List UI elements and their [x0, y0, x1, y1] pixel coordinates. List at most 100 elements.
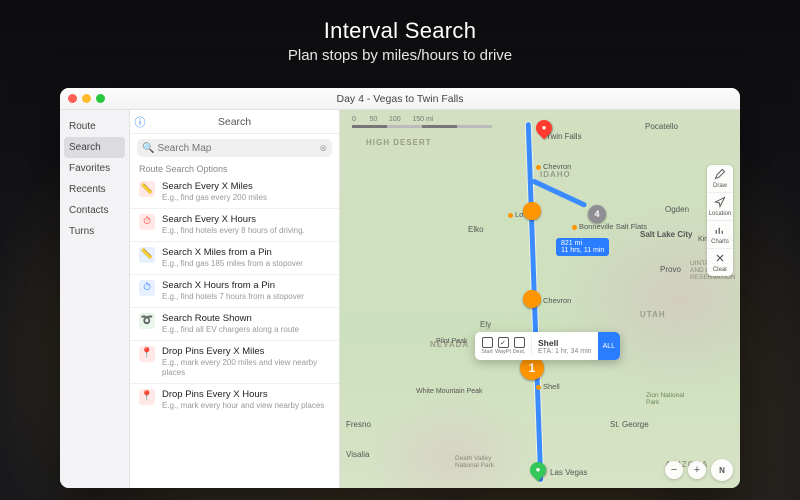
clear-icon[interactable]: ⊗: [319, 143, 327, 154]
poi-chevron-m[interactable]: Chevron: [536, 296, 571, 305]
callout-name: Shell: [538, 338, 592, 348]
opt-sub: E.g., mark every 200 miles and view near…: [162, 358, 330, 377]
nav-turns[interactable]: Turns: [60, 221, 129, 242]
label-highdesert: HIGH DESERT: [366, 138, 432, 147]
label-deathvalley: Death Valley National Park: [455, 455, 494, 469]
poi-shell-s[interactable]: Shell: [536, 382, 560, 391]
stop-callout[interactable]: Start ✓WayPt Dest. Shell ETA: 1 hr, 34 m…: [475, 332, 620, 360]
city-ogden: Ogden: [665, 205, 689, 214]
callout-more[interactable]: ALL: [598, 332, 620, 360]
opt-title: Search Every X Hours: [162, 214, 305, 225]
nav-favorites[interactable]: Favorites: [60, 158, 129, 179]
poi-chevron-n[interactable]: Chevron: [536, 162, 571, 171]
clock-icon: ⏱: [139, 280, 155, 296]
opt-title: Search X Miles from a Pin: [162, 247, 303, 258]
scale-bar: 0 50 100 150 mi: [352, 116, 492, 128]
pin-icon: 📍: [139, 346, 155, 362]
callout-eta: ETA: 1 hr, 34 min: [538, 348, 592, 355]
waypoint-4[interactable]: 4: [588, 205, 606, 223]
search-options-list: 📏 Search Every X Miles E.g., find gas ev…: [130, 176, 339, 415]
panel-header: ⓘ Search: [130, 110, 339, 134]
compass-icon[interactable]: N: [711, 459, 733, 481]
opt-title: Drop Pins Every X Miles: [162, 346, 330, 357]
label-utah: UTAH: [640, 310, 666, 319]
x-icon: [714, 252, 726, 264]
panel-title: Search: [150, 116, 339, 128]
titlebar[interactable]: Day 4 - Vegas to Twin Falls: [60, 88, 740, 110]
search-panel: ⓘ Search 🔍 ⊗ Route Search Options 📏 Sear…: [130, 110, 340, 488]
city-whitemtn: White Mountain Peak: [416, 388, 483, 395]
waypoint-marker[interactable]: [523, 290, 541, 308]
nav-search[interactable]: Search: [64, 137, 125, 158]
callout-waypoint-toggle[interactable]: ✓WayPt: [495, 337, 511, 355]
pin-icon: 📍: [139, 389, 155, 405]
nav-contacts[interactable]: Contacts: [60, 200, 129, 221]
map-tools: Draw Location Charts Clear: [707, 165, 733, 276]
route-time: 11 hrs, 11 min: [561, 247, 604, 254]
window-title: Day 4 - Vegas to Twin Falls: [60, 93, 740, 105]
pin-start[interactable]: ●: [527, 459, 550, 482]
ruler-icon: 📏: [139, 247, 155, 263]
opt-sub: E.g., find hotels 7 hours from a stopove…: [162, 292, 304, 302]
tool-location[interactable]: Location: [707, 192, 733, 220]
opt-search-miles-pin[interactable]: 📏 Search X Miles from a Pin E.g., find g…: [130, 241, 339, 274]
search-field[interactable]: 🔍 ⊗: [137, 139, 332, 157]
route-branch: [531, 178, 587, 208]
nav-route[interactable]: Route: [60, 116, 129, 137]
opt-search-hours[interactable]: ⏱ Search Every X Hours E.g., find hotels…: [130, 208, 339, 241]
zoom-controls: − + N: [665, 459, 733, 481]
label-idaho: IDAHO: [540, 170, 571, 179]
opt-sub: E.g., find hotels every 8 hours of drivi…: [162, 226, 305, 236]
opt-title: Search Route Shown: [162, 313, 299, 324]
opt-sub: E.g., find gas every 200 miles: [162, 193, 267, 203]
opt-title: Drop Pins Every X Hours: [162, 389, 324, 400]
opt-search-hours-pin[interactable]: ⏱ Search X Hours from a Pin E.g., find h…: [130, 274, 339, 307]
opt-drop-miles[interactable]: 📍 Drop Pins Every X Miles E.g., mark eve…: [130, 340, 339, 383]
zoom-in-button[interactable]: +: [688, 461, 706, 479]
search-input[interactable]: [157, 143, 319, 154]
city-visalia: Visalia: [346, 450, 369, 459]
options-group-label: Route Search Options: [130, 161, 339, 176]
nav-recents[interactable]: Recents: [60, 179, 129, 200]
callout-start-toggle[interactable]: Start: [479, 337, 495, 355]
zoom-out-button[interactable]: −: [665, 461, 683, 479]
pin-destination[interactable]: ●: [533, 117, 556, 140]
left-nav: Route Search Favorites Recents Contacts …: [60, 110, 130, 488]
opt-search-miles[interactable]: 📏 Search Every X Miles E.g., find gas ev…: [130, 176, 339, 208]
city-fresno: Fresno: [346, 420, 371, 429]
poi-bonneville[interactable]: Bonneville Salt Flats: [572, 222, 647, 231]
callout-dest-toggle[interactable]: Dest.: [511, 337, 527, 355]
app-window: Day 4 - Vegas to Twin Falls Route Search…: [60, 88, 740, 488]
info-icon[interactable]: ⓘ: [130, 114, 150, 130]
route-icon: ➰: [139, 313, 155, 329]
city-slc: Salt Lake City: [640, 230, 692, 239]
opt-drop-hours[interactable]: 📍 Drop Pins Every X Hours E.g., mark eve…: [130, 383, 339, 416]
opt-sub: E.g., find gas 185 miles from a stopover: [162, 259, 303, 269]
search-icon: 🔍: [142, 143, 154, 154]
map-canvas[interactable]: 0 50 100 150 mi HIGH DESERT IDAHO NEVADA…: [340, 110, 740, 488]
city-stgeorge: St. George: [610, 420, 649, 429]
tool-charts[interactable]: Charts: [707, 220, 733, 248]
city-lasvegas: Las Vegas: [550, 468, 587, 477]
city-ely: Ely: [480, 320, 491, 329]
hero-title: Interval Search: [0, 18, 800, 44]
hero: Interval Search Plan stops by miles/hour…: [0, 18, 800, 64]
opt-search-route[interactable]: ➰ Search Route Shown E.g., find all EV c…: [130, 307, 339, 340]
route-distance: 821 mi: [561, 240, 604, 247]
city-pilotpeak: Pilot Peak: [436, 338, 468, 345]
city-pocatello: Pocatello: [645, 122, 678, 131]
opt-sub: E.g., mark every hour and view nearby pl…: [162, 401, 324, 411]
tool-clear[interactable]: Clear: [707, 248, 733, 276]
waypoint-marker[interactable]: [523, 202, 541, 220]
pencil-icon: [714, 168, 726, 180]
tool-draw[interactable]: Draw: [707, 165, 733, 192]
route-info-bubble[interactable]: 821 mi 11 hrs, 11 min: [556, 238, 609, 256]
promo-background: Interval Search Plan stops by miles/hour…: [0, 0, 800, 500]
target-icon: [714, 196, 726, 208]
clock-icon: ⏱: [139, 214, 155, 230]
ruler-icon: 📏: [139, 181, 155, 197]
window-body: Route Search Favorites Recents Contacts …: [60, 110, 740, 488]
barchart-icon: [714, 224, 726, 236]
label-zion: Zion National Park: [646, 392, 684, 406]
opt-title: Search Every X Miles: [162, 181, 267, 192]
